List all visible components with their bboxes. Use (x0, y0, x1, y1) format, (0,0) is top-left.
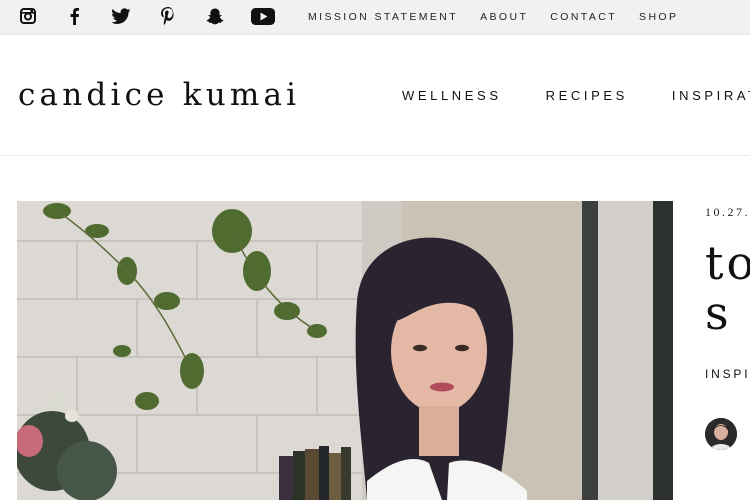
nav-recipes[interactable]: RECIPES (546, 88, 628, 103)
snapchat-icon[interactable] (203, 5, 227, 27)
twitter-icon[interactable] (109, 5, 133, 27)
nav-shop[interactable]: SHOP (639, 11, 678, 23)
author-avatar[interactable] (705, 418, 737, 450)
nav-about[interactable]: ABOUT (480, 11, 528, 23)
main-nav: WELLNESS RECIPES INSPIRATI (402, 88, 750, 103)
nav-inspiration[interactable]: INSPIRATI (672, 88, 750, 103)
site-logo[interactable]: candice kumai (18, 77, 300, 113)
post-title[interactable]: to s l (705, 238, 750, 338)
nav-mission-statement[interactable]: MISSION STATEMENT (308, 11, 458, 23)
pinterest-icon[interactable] (156, 5, 180, 27)
nav-contact[interactable]: CONTACT (550, 11, 617, 23)
top-utility-bar: MISSION STATEMENT ABOUT CONTACT SHOP (0, 0, 750, 35)
nav-wellness[interactable]: WELLNESS (402, 88, 502, 103)
featured-post-image[interactable] (17, 201, 673, 500)
site-header: candice kumai WELLNESS RECIPES INSPIRATI (0, 35, 750, 156)
post-category[interactable]: INSPIR (705, 367, 750, 381)
post-date: 10.27. (705, 205, 750, 219)
youtube-icon[interactable] (250, 5, 276, 27)
facebook-icon[interactable] (62, 5, 86, 27)
utility-nav: MISSION STATEMENT ABOUT CONTACT SHOP (308, 0, 700, 34)
instagram-icon[interactable] (16, 5, 40, 27)
